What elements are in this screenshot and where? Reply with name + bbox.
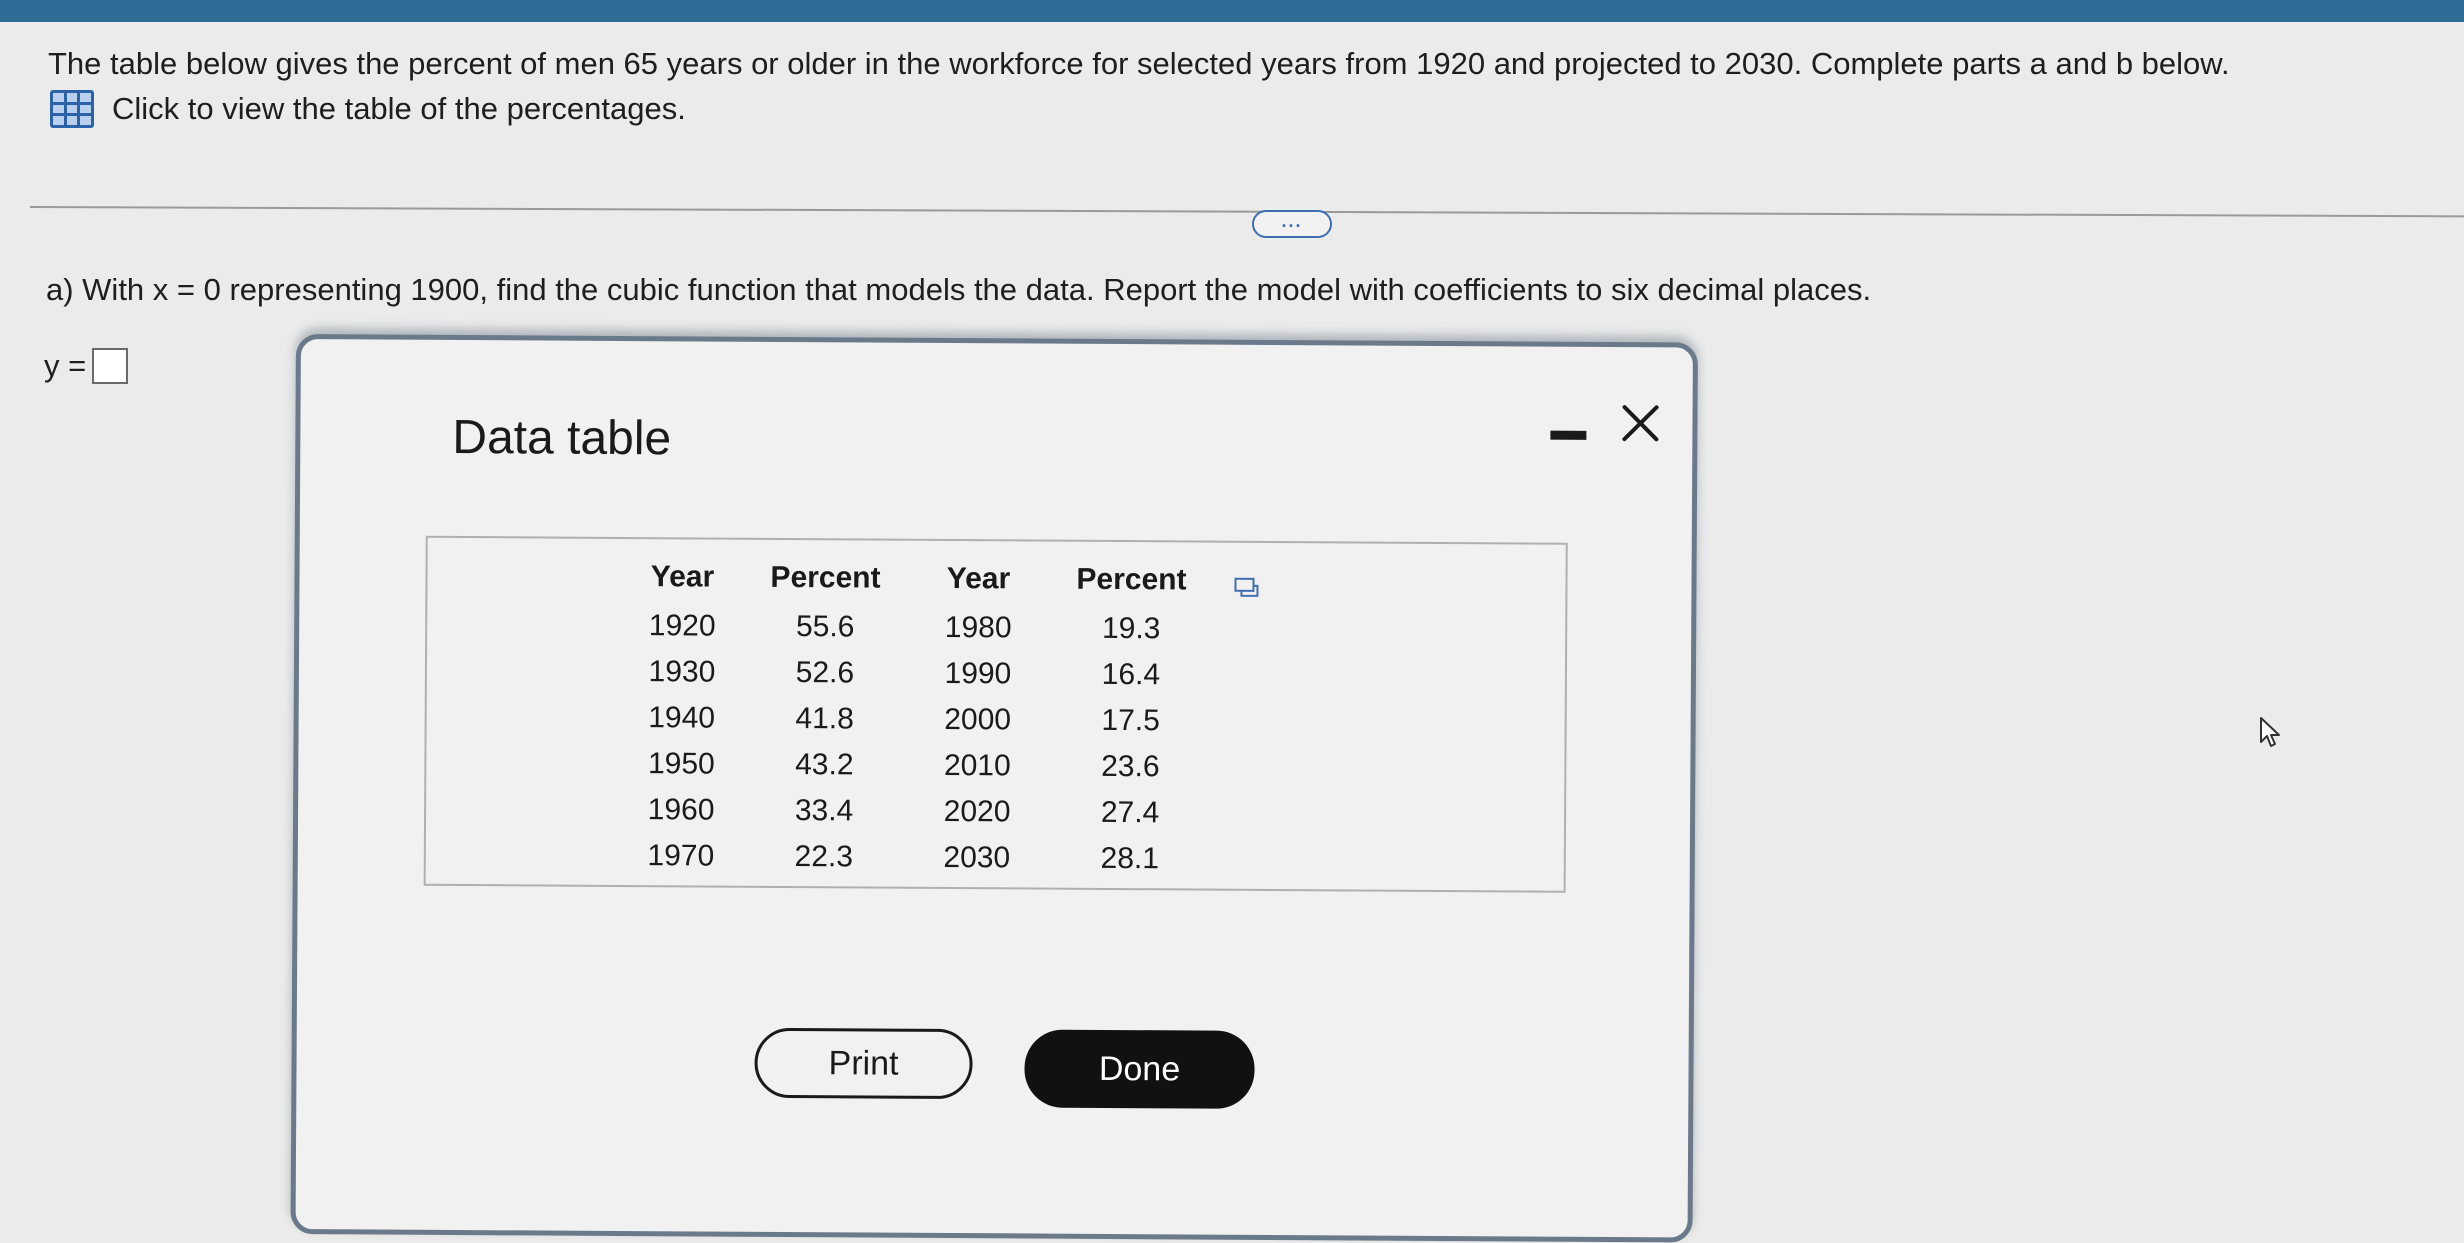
section-divider xyxy=(29,206,2464,218)
data-table: Year Percent Year Percent 1920 55.6 1980… xyxy=(626,551,1220,883)
table-cell: 22.3 xyxy=(794,840,854,874)
close-icon[interactable] xyxy=(1618,401,1662,445)
table-row: 1960 33.4 2020 27.4 xyxy=(626,787,1218,837)
part-a-question: a) With x = 0 representing 1900, find th… xyxy=(46,272,1872,307)
column-header-percent: Percent xyxy=(1076,562,1187,597)
print-button[interactable]: Print xyxy=(754,1027,973,1100)
minimize-button[interactable] xyxy=(1550,429,1587,443)
table-cell: 1940 xyxy=(648,701,716,735)
column-header-year: Year xyxy=(946,561,1011,596)
table-cell: 41.8 xyxy=(795,702,854,736)
table-row: 1930 52.6 1990 16.4 xyxy=(627,649,1219,699)
view-table-link[interactable]: Click to view the table of the percentag… xyxy=(50,90,686,128)
table-row: 1970 22.3 2030 28.1 xyxy=(626,833,1218,883)
answer-prefix: y = xyxy=(44,348,87,383)
data-table-modal: Data table Year Percent Year Percent 192… xyxy=(290,334,1698,1243)
table-cell: 43.2 xyxy=(795,748,854,782)
table-cell: 2030 xyxy=(943,840,1011,875)
table-row: 1950 43.2 2010 23.6 xyxy=(626,741,1218,791)
table-cell: 33.4 xyxy=(794,794,854,828)
table-cell: 1950 xyxy=(647,747,715,781)
mouse-pointer-icon xyxy=(2260,717,2280,747)
table-cell: 23.6 xyxy=(1101,749,1160,784)
table-cell: 52.6 xyxy=(795,656,855,690)
problem-intro: The table below gives the percent of men… xyxy=(48,46,2230,81)
top-bar xyxy=(0,0,2464,22)
modal-title: Data table xyxy=(452,410,672,466)
table-cell: 2020 xyxy=(943,794,1011,829)
column-header-year: Year xyxy=(650,560,715,594)
data-table-container: Year Percent Year Percent 1920 55.6 1980… xyxy=(423,535,1568,893)
column-header-percent: Percent xyxy=(770,560,881,595)
more-options-button[interactable]: ... xyxy=(1252,210,1332,238)
table-cell: 1990 xyxy=(944,656,1012,691)
done-button[interactable]: Done xyxy=(1024,1029,1255,1109)
table-cell: 1960 xyxy=(647,793,715,827)
table-header-row: Year Percent Year Percent xyxy=(627,551,1219,607)
table-cell: 55.6 xyxy=(795,610,855,644)
copy-icon[interactable] xyxy=(1233,577,1259,599)
table-cell: 17.5 xyxy=(1101,703,1160,738)
table-cell: 2000 xyxy=(944,702,1012,737)
answer-input[interactable] xyxy=(92,348,129,384)
table-cell: 28.1 xyxy=(1100,841,1160,876)
table-cell: 1980 xyxy=(944,610,1012,645)
view-table-link-label[interactable]: Click to view the table of the percentag… xyxy=(112,91,686,127)
minimize-icon[interactable] xyxy=(1550,430,1587,440)
table-cell: 1920 xyxy=(648,609,716,643)
table-row: 1920 55.6 1980 19.3 xyxy=(627,603,1219,653)
table-cell: 19.3 xyxy=(1101,611,1161,646)
table-cell: 27.4 xyxy=(1100,795,1160,830)
table-row: 1940 41.8 2000 17.5 xyxy=(627,695,1219,745)
answer-row: y = xyxy=(44,348,129,384)
table-cell: 16.4 xyxy=(1101,657,1161,692)
table-cell: 1970 xyxy=(647,839,715,873)
grid-table-icon[interactable] xyxy=(50,90,94,128)
table-cell: 2010 xyxy=(943,748,1011,783)
table-cell: 1930 xyxy=(648,655,716,689)
